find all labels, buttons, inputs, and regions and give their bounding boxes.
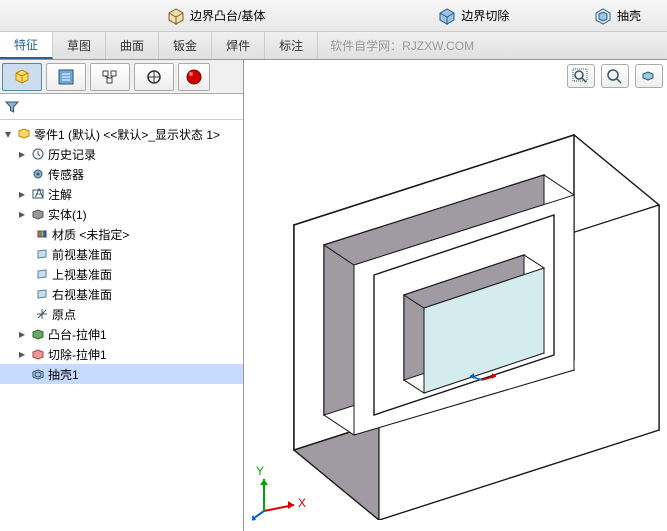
main-toolbar: 边界凸台/基体 边界切除 抽壳 (0, 0, 667, 32)
tree-item-label: 注解 (48, 186, 72, 203)
tree-item-top-plane[interactable]: 上视基准面 (0, 264, 243, 284)
appearance-icon (185, 68, 203, 86)
tree-item-origin[interactable]: 原点 (0, 304, 243, 324)
tree-item-right-plane[interactable]: 右视基准面 (0, 284, 243, 304)
expand-icon[interactable]: ▸ (16, 187, 28, 202)
annot-icon: A (30, 186, 46, 202)
tree-item-label: 前视基准面 (52, 246, 112, 263)
dimension-icon (145, 68, 163, 86)
zoom-fit-button[interactable] (567, 64, 595, 88)
tree-item-label: 切除-拉伸1 (48, 346, 107, 363)
zoom-area-button[interactable] (601, 64, 629, 88)
property-icon (57, 68, 75, 86)
expand-icon[interactable]: ▸ (16, 327, 28, 342)
shell-icon (30, 366, 46, 382)
cut-cube-icon (437, 7, 457, 25)
model-render (254, 90, 667, 520)
boundary-cut-button[interactable]: 边界切除 (431, 0, 515, 31)
history-icon (30, 146, 46, 162)
config-icon (101, 68, 119, 86)
extrude-icon (30, 326, 46, 342)
tree-item-label: 抽壳1 (48, 366, 79, 383)
sensor-icon (30, 166, 46, 182)
tree-item-cut1[interactable]: ▸ 切除-拉伸1 (0, 344, 243, 364)
tree-item-shell1[interactable]: 抽壳1 (0, 364, 243, 384)
feature-mgr-icon (13, 68, 31, 86)
view-triad: X Y Z (252, 463, 312, 523)
tree-root[interactable]: ▾ 零件1 (默认) <<默认>_显示状态 1> (0, 124, 243, 144)
solid-icon (30, 206, 46, 222)
tree-item-label: 原点 (52, 306, 76, 323)
main-area: ▾ 零件1 (默认) <<默认>_显示状态 1> ▸ 历史记录 传感器 ▸ A … (0, 60, 667, 531)
tab-sketch[interactable]: 草图 (53, 32, 106, 59)
plane-icon (34, 286, 50, 302)
boss-cube-icon (166, 7, 186, 25)
boundary-cut-label: 边界切除 (461, 7, 509, 24)
filter-row (0, 94, 243, 120)
watermark-text: 软件自学网：RJZXW.COM (330, 37, 474, 54)
boundary-boss-button[interactable]: 边界凸台/基体 (160, 0, 271, 31)
tree-item-label: 历史记录 (48, 146, 96, 163)
shell-cube-icon (593, 7, 613, 25)
tree-item-material[interactable]: 材质 <未指定> (0, 224, 243, 244)
config-mgr-tab[interactable] (90, 63, 130, 91)
tree-root-label: 零件1 (默认) <<默认>_显示状态 1> (34, 126, 220, 143)
tab-sheetmetal[interactable]: 钣金 (159, 32, 212, 59)
tab-annotation[interactable]: 标注 (265, 32, 318, 59)
cut-icon (30, 346, 46, 362)
tree-item-front-plane[interactable]: 前视基准面 (0, 244, 243, 264)
view-tools (567, 64, 663, 88)
command-tabs: 特征 草图 曲面 钣金 焊件 标注 软件自学网：RJZXW.COM (0, 32, 667, 60)
zoom-icon (606, 68, 624, 84)
feature-tree: ▾ 零件1 (默认) <<默认>_显示状态 1> ▸ 历史记录 传感器 ▸ A … (0, 120, 243, 531)
part-icon (16, 126, 32, 142)
appearance-tab[interactable] (178, 63, 210, 91)
feature-mgr-tab[interactable] (2, 63, 42, 91)
tab-features[interactable]: 特征 (0, 32, 53, 59)
expand-icon[interactable]: ▸ (16, 347, 28, 362)
svg-text:X: X (298, 496, 306, 510)
tree-item-extrude1[interactable]: ▸ 凸台-拉伸1 (0, 324, 243, 344)
plane-icon (34, 266, 50, 282)
tree-item-solids[interactable]: ▸ 实体(1) (0, 204, 243, 224)
svg-text:A: A (35, 187, 43, 200)
tree-item-label: 上视基准面 (52, 266, 112, 283)
material-icon (34, 226, 50, 242)
feature-manager-panel: ▾ 零件1 (默认) <<默认>_显示状态 1> ▸ 历史记录 传感器 ▸ A … (0, 60, 244, 531)
dimension-tab[interactable] (134, 63, 174, 91)
tree-item-label: 右视基准面 (52, 286, 112, 303)
tab-surface[interactable]: 曲面 (106, 32, 159, 59)
tree-item-label: 传感器 (48, 166, 84, 183)
tree-item-label: 材质 <未指定> (52, 226, 129, 243)
shell-label: 抽壳 (617, 7, 641, 24)
prev-view-icon (640, 68, 658, 84)
boundary-boss-label: 边界凸台/基体 (190, 7, 265, 24)
tree-item-label: 实体(1) (48, 206, 87, 223)
zoom-fit-icon (572, 68, 590, 84)
plane-icon (34, 246, 50, 262)
panel-tabs (0, 60, 243, 94)
shell-button[interactable]: 抽壳 (587, 0, 647, 31)
tree-item-label: 凸台-拉伸1 (48, 326, 107, 343)
origin-icon (34, 306, 50, 322)
expand-icon[interactable]: ▸ (16, 207, 28, 222)
filter-icon[interactable] (4, 99, 20, 115)
collapse-icon[interactable]: ▾ (2, 127, 14, 142)
property-mgr-tab[interactable] (46, 63, 86, 91)
prev-view-button[interactable] (635, 64, 663, 88)
tree-item-sensors[interactable]: 传感器 (0, 164, 243, 184)
tab-weldment[interactable]: 焊件 (212, 32, 265, 59)
tree-item-history[interactable]: ▸ 历史记录 (0, 144, 243, 164)
svg-text:Y: Y (256, 464, 264, 478)
expand-icon[interactable]: ▸ (16, 147, 28, 162)
graphics-viewport[interactable]: X Y Z (244, 60, 667, 531)
tree-item-annotations[interactable]: ▸ A 注解 (0, 184, 243, 204)
